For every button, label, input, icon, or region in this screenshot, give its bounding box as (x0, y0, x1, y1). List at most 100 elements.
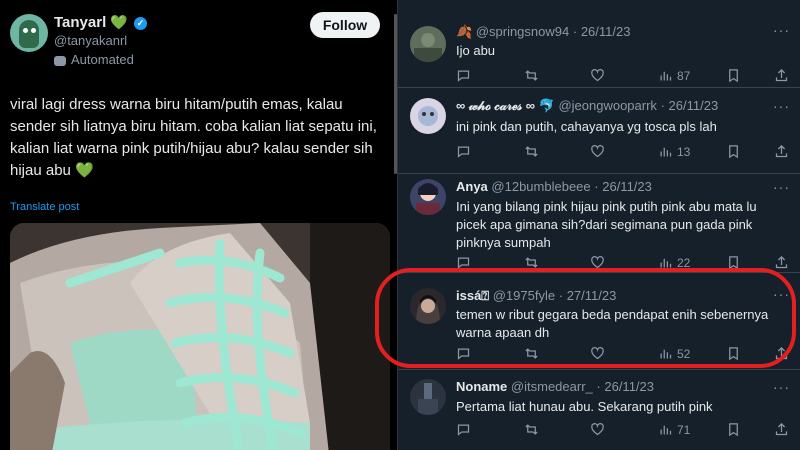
reply-share-button[interactable] (774, 68, 789, 83)
reply-name[interactable]: ∞ 𝓌𝒽ℴ 𝒸𝒶𝓇ℯ𝓈 ∞ 🐬 (456, 98, 555, 113)
sneaker-photo (10, 223, 390, 450)
reply-header: Anya @12bumblebeee · 26/11/23 (456, 179, 652, 194)
author-handle[interactable]: @tanyakanrl (54, 33, 127, 48)
reply-handle[interactable]: @12bumblebeee (491, 179, 590, 194)
heart-icon (591, 145, 604, 158)
green-heart-emoji: 💚 (110, 14, 128, 30)
automated-label: Automated (54, 52, 134, 67)
follow-button[interactable]: Follow (310, 12, 380, 38)
reply-date[interactable]: 26/11/23 (602, 179, 652, 194)
reply-views-button[interactable]: 87 (658, 68, 690, 83)
reply-item[interactable]: Noname @itsmedearr_ · 26/11/23 ··· Perta… (398, 371, 800, 450)
reply-bookmark-button[interactable] (726, 422, 741, 437)
bot-icon (54, 55, 66, 66)
leaf-emoji: 🍂 (456, 24, 473, 39)
more-options-icon[interactable]: ··· (773, 379, 790, 395)
reply-date[interactable]: 26/11/23 (669, 98, 719, 113)
retweet-icon (525, 424, 538, 435)
reply-like-button[interactable] (590, 144, 605, 159)
verified-badge-icon: ✓ (134, 16, 148, 30)
translate-post-link[interactable]: Translate post (10, 201, 79, 213)
reply-actions: 71 (456, 422, 796, 438)
reply-avatar[interactable] (410, 98, 446, 134)
reply-avatar[interactable] (410, 26, 446, 62)
reply-handle[interactable]: @jeongwooparrk (558, 98, 656, 113)
share-icon (775, 422, 788, 436)
post-image[interactable] (10, 223, 390, 450)
retweet-icon (525, 146, 538, 157)
bookmark-icon (729, 69, 738, 83)
reply-share-button[interactable] (774, 144, 789, 159)
comment-icon (457, 146, 470, 158)
reply-avatar-image (410, 179, 446, 215)
reply-item[interactable]: ∞ 𝓌𝒽ℴ 𝒸𝒶𝓇ℯ𝓈 ∞ 🐬 @jeongwooparrk · 26/11/2… (398, 88, 800, 174)
comment-icon (457, 70, 470, 82)
author-name-text[interactable]: Tanyarl (54, 14, 106, 31)
reply-text: Ijo abu (456, 43, 496, 58)
reply-item[interactable]: 🍂 @springsnow94 · 26/11/23 ··· Ijo abu 8… (398, 0, 800, 88)
reply-avatar-image (410, 98, 446, 134)
share-icon (775, 255, 788, 269)
replies-panel: 🍂 @springsnow94 · 26/11/23 ··· Ijo abu 8… (398, 0, 800, 450)
reply-comment-button[interactable] (456, 68, 471, 83)
reply-share-button[interactable] (774, 422, 789, 437)
reply-comment-button[interactable] (456, 144, 471, 159)
reply-views-button[interactable]: 71 (658, 422, 690, 437)
red-highlight-circle (375, 268, 796, 368)
views-chart-icon (660, 147, 672, 157)
share-icon (775, 144, 788, 158)
retweet-icon (525, 70, 538, 81)
reply-avatar-image (410, 379, 446, 415)
heart-icon (591, 423, 604, 436)
views-count: 13 (677, 144, 691, 159)
reply-avatar[interactable] (410, 179, 446, 215)
reply-text: Pertama liat hunau abu. Sekarang putih p… (456, 399, 713, 414)
reply-text: Ini yang bilang pink hijau pink putih pi… (456, 199, 757, 250)
author-name[interactable]: Tanyarl 💚 ✓ (54, 14, 148, 31)
reply-date[interactable]: 26/11/23 (581, 24, 631, 39)
reply-retweet-button[interactable] (524, 68, 539, 83)
main-post: Tanyarl 💚 ✓ @tanyakanrl Automated Follow… (0, 0, 396, 450)
reply-avatar[interactable] (410, 379, 446, 415)
avatar-figure (19, 20, 39, 48)
more-options-icon[interactable]: ··· (773, 98, 790, 114)
reply-handle[interactable]: @itsmedearr_ (511, 379, 593, 394)
reply-like-button[interactable] (590, 422, 605, 437)
post-text: viral lagi dress warna biru hitam/putih … (10, 96, 377, 179)
views-count: 87 (677, 68, 691, 83)
reply-views-button[interactable]: 13 (658, 144, 690, 159)
reply-like-button[interactable] (590, 68, 605, 83)
reply-actions: 13 (456, 144, 796, 160)
views-chart-icon (660, 71, 672, 81)
reply-handle[interactable]: @springsnow94 (476, 24, 569, 39)
reply-text: ini pink dan putih, cahayanya yg tosca p… (456, 119, 717, 134)
reply-item[interactable]: Anya @12bumblebeee · 26/11/23 ··· Ini ya… (398, 175, 800, 273)
more-options-icon[interactable]: ··· (773, 22, 790, 38)
reply-name[interactable]: Anya (456, 179, 488, 194)
reply-share-button[interactable] (774, 255, 789, 270)
post-author-row: Tanyarl 💚 ✓ @tanyakanrl Automated Follow (10, 12, 390, 72)
reply-header: 🍂 @springsnow94 · 26/11/23 (456, 24, 630, 40)
reply-actions: 87 (456, 68, 796, 84)
reply-retweet-button[interactable] (524, 422, 539, 437)
views-count: 71 (677, 422, 691, 437)
comment-icon (457, 424, 470, 436)
author-avatar[interactable] (10, 14, 48, 52)
reply-date[interactable]: 26/11/23 (604, 379, 654, 394)
reply-separator: · (660, 98, 665, 113)
reply-retweet-button[interactable] (524, 144, 539, 159)
reply-separator: · (572, 24, 578, 39)
reply-bookmark-button[interactable] (726, 144, 741, 159)
reply-avatar-image (410, 26, 446, 62)
reply-comment-button[interactable] (456, 422, 471, 437)
views-chart-icon (660, 425, 672, 435)
automated-text: Automated (71, 52, 134, 67)
share-icon (775, 68, 788, 82)
avatar-eye-right (31, 28, 36, 33)
reply-name[interactable]: Noname (456, 379, 507, 394)
bookmark-icon (729, 423, 738, 437)
reply-bookmark-button[interactable] (726, 68, 741, 83)
reply-separator: · (594, 179, 599, 194)
more-options-icon[interactable]: ··· (773, 179, 790, 195)
heart-icon (591, 69, 604, 82)
